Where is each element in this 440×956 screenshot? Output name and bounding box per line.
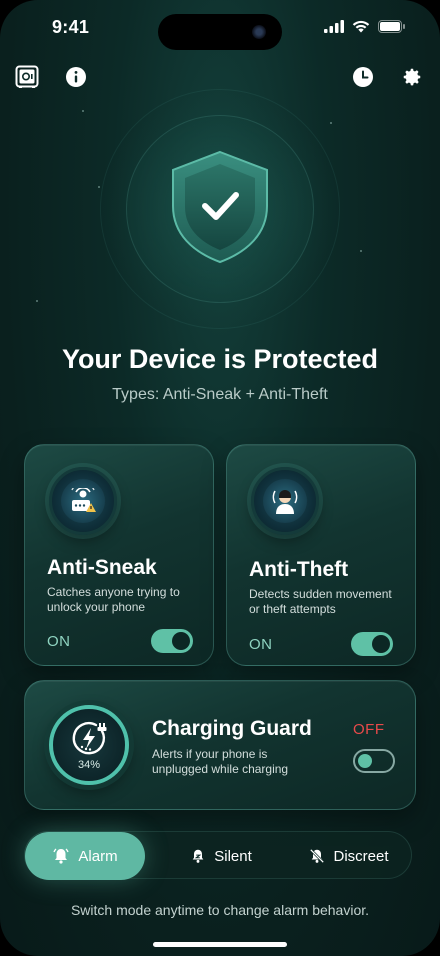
toggle-knob bbox=[172, 632, 190, 650]
mode-silent[interactable]: Silent bbox=[171, 832, 271, 880]
charging-guard-card[interactable]: 34% Charging Guard Alerts if your phone … bbox=[24, 680, 416, 810]
card-title: Charging Guard bbox=[152, 717, 312, 740]
status-time: 9:41 bbox=[52, 17, 90, 37]
silent-bell-icon bbox=[192, 849, 204, 863]
battery-icon bbox=[378, 20, 405, 33]
card-title: Anti-Theft bbox=[249, 558, 349, 581]
shield-check-icon bbox=[169, 150, 271, 264]
app-screen: 9:41 Your Device is Protected Types: Ant… bbox=[0, 0, 440, 956]
alarm-bell-icon bbox=[53, 848, 70, 864]
alarm-mode-selector: Alarm Silent Discreet bbox=[24, 831, 412, 880]
card-description: Detects sudden movement or theft attempt… bbox=[249, 587, 392, 617]
toggle-knob bbox=[358, 754, 372, 768]
card-description-line: or theft attempts bbox=[249, 602, 336, 616]
anti-theft-badge bbox=[251, 467, 319, 535]
card-description-line: unlock your phone bbox=[47, 600, 146, 614]
wifi-icon bbox=[352, 20, 370, 33]
mode-hint: Switch mode anytime to change alarm beha… bbox=[70, 902, 370, 918]
home-indicator[interactable] bbox=[153, 942, 287, 947]
protection-types: Types: Anti-Sneak + Anti-Theft bbox=[112, 386, 328, 403]
card-description-line: Catches anyone trying to bbox=[47, 585, 180, 599]
star-dot bbox=[360, 250, 362, 252]
mode-label: Silent bbox=[214, 847, 252, 865]
charging-plug-icon bbox=[72, 722, 107, 755]
status-label: ON bbox=[47, 633, 71, 650]
anti-sneak-toggle[interactable] bbox=[151, 629, 193, 653]
star-dot bbox=[36, 300, 38, 302]
safe-icon[interactable] bbox=[14, 64, 40, 90]
camera-icon bbox=[252, 25, 266, 39]
battery-percentage: 34% bbox=[77, 759, 101, 771]
status-label: OFF bbox=[353, 721, 385, 738]
anti-sneak-badge bbox=[49, 467, 117, 535]
charging-badge: 34% bbox=[49, 705, 129, 785]
cellular-signal-icon bbox=[324, 20, 344, 33]
page-title: Your Device is Protected bbox=[61, 344, 379, 374]
mode-label: Alarm bbox=[78, 847, 118, 865]
sneak-detect-icon bbox=[71, 488, 96, 512]
card-description: Catches anyone trying to unlock your pho… bbox=[47, 585, 180, 615]
card-description: Alerts if your phone is unplugged while … bbox=[152, 747, 288, 777]
gear-icon[interactable] bbox=[399, 64, 425, 90]
card-description-line: Detects sudden movement bbox=[249, 587, 392, 601]
info-icon[interactable] bbox=[63, 64, 89, 90]
star-dot bbox=[98, 186, 100, 188]
card-description-line: unplugged while charging bbox=[152, 762, 289, 776]
card-title: Anti-Sneak bbox=[47, 556, 157, 579]
thief-icon bbox=[272, 490, 298, 514]
mode-alarm[interactable]: Alarm bbox=[25, 832, 145, 880]
bell-off-icon bbox=[310, 848, 325, 864]
status-bar: 9:41 bbox=[0, 0, 440, 56]
mode-discreet[interactable]: Discreet bbox=[293, 832, 405, 880]
toggle-knob bbox=[372, 635, 390, 653]
clock-icon[interactable] bbox=[350, 64, 376, 90]
charging-guard-toggle[interactable] bbox=[353, 749, 395, 773]
anti-theft-toggle[interactable] bbox=[351, 632, 393, 656]
star-dot bbox=[330, 122, 332, 124]
dynamic-island bbox=[158, 14, 282, 50]
anti-sneak-card[interactable]: Anti-Sneak Catches anyone trying to unlo… bbox=[24, 444, 214, 666]
status-label: ON bbox=[249, 636, 273, 653]
mode-label: Discreet bbox=[333, 847, 389, 865]
card-description-line: Alerts if your phone is bbox=[152, 747, 268, 761]
star-dot bbox=[82, 110, 84, 112]
anti-theft-card[interactable]: Anti-Theft Detects sudden movement or th… bbox=[226, 444, 416, 666]
